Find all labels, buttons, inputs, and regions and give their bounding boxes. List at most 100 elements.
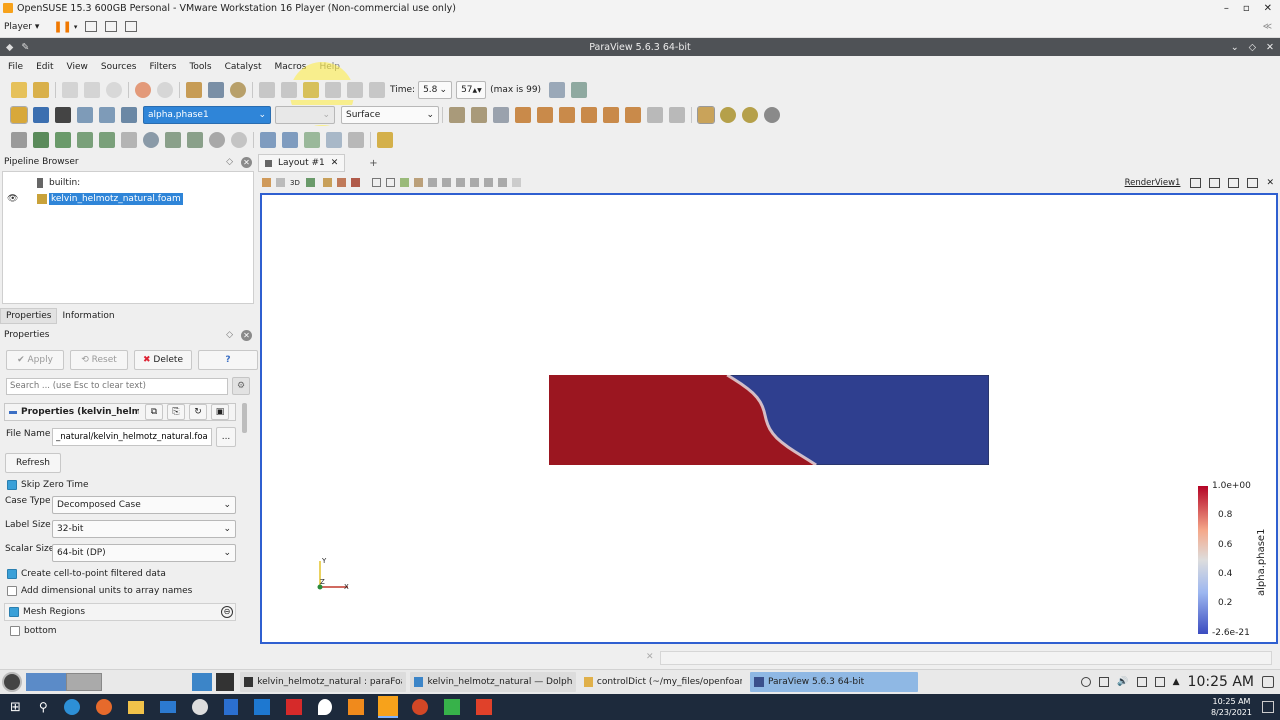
undock-icon[interactable]: ◇ — [226, 330, 233, 340]
palette-icon[interactable] — [230, 82, 246, 98]
python-shell-icon[interactable] — [260, 132, 276, 148]
connect-icon[interactable] — [62, 82, 78, 98]
edge-icon[interactable] — [63, 699, 80, 715]
edit-colormap-icon[interactable] — [33, 107, 49, 123]
select-tool-icon[interactable] — [483, 178, 493, 187]
task-terminal[interactable]: kelvin_helmotz_natural : paraFoa... — [240, 672, 406, 692]
select-tool-icon[interactable] — [455, 178, 465, 187]
kde-clock[interactable]: 10:25 AM — [1188, 674, 1254, 690]
visibility-eye-icon[interactable]: 👁 — [7, 194, 18, 204]
fullscreen-icon[interactable] — [125, 21, 138, 32]
select-tool-icon[interactable] — [511, 178, 521, 187]
paste-properties-icon[interactable]: ⎘ — [167, 404, 185, 420]
maximize-icon[interactable]: ▫ — [1243, 3, 1250, 14]
view-tool-icon[interactable] — [262, 178, 271, 187]
redo-icon[interactable] — [157, 82, 173, 98]
rescale-custom-icon[interactable] — [77, 107, 93, 123]
copy-properties-icon[interactable]: ⧉ — [145, 404, 163, 420]
representation-select[interactable]: Surface ⌄ — [341, 106, 439, 124]
open-state-icon[interactable] — [33, 82, 49, 98]
split-vertical-icon[interactable] — [1209, 177, 1221, 188]
reset-session-icon[interactable] — [106, 82, 122, 98]
zoom-to-box-icon[interactable] — [493, 107, 509, 123]
select-tool-icon[interactable] — [399, 178, 409, 187]
spreadsheet-icon[interactable] — [326, 132, 342, 148]
mesh-regions-toggle-icon[interactable]: ⊖ — [221, 606, 233, 618]
refresh-button[interactable]: Refresh — [5, 453, 61, 473]
task-paraview[interactable]: ParaView 5.6.3 64-bit — [750, 672, 918, 692]
menu-tools[interactable]: Tools — [189, 62, 211, 72]
view-minus-y-icon[interactable] — [581, 107, 597, 123]
contour-icon[interactable] — [33, 132, 49, 148]
reset-center-icon[interactable] — [742, 107, 758, 123]
task-dolphin[interactable]: kelvin_helmotz_natural — Dolphin — [410, 672, 576, 692]
select-tool-icon[interactable] — [413, 178, 423, 187]
close-tab-icon[interactable]: ✕ — [331, 158, 339, 168]
open-icon[interactable] — [11, 82, 27, 98]
select-tool-icon[interactable] — [427, 178, 437, 187]
last-frame-icon[interactable] — [347, 82, 363, 98]
loop-icon[interactable] — [369, 82, 385, 98]
threshold-icon[interactable] — [99, 132, 115, 148]
close-panel-icon[interactable]: ✕ — [241, 329, 252, 341]
pager-desktop-1[interactable] — [26, 673, 66, 691]
tray-icon[interactable] — [1154, 677, 1165, 687]
menu-sources[interactable]: Sources — [101, 62, 137, 72]
rescale-temporal-icon[interactable] — [121, 107, 137, 123]
pv-collapse-icon[interactable]: ⌄ — [1231, 42, 1239, 53]
pause-icon[interactable]: ❚❚ — [53, 20, 71, 33]
view-tool-icon[interactable] — [305, 178, 315, 187]
mesh-regions-checkbox[interactable] — [9, 607, 19, 617]
tray-icon[interactable] — [1081, 677, 1092, 687]
color-by-select[interactable]: alpha.phase1 ⌄ — [143, 106, 271, 124]
minimize-icon[interactable]: – — [1224, 3, 1229, 14]
next-frame-icon[interactable] — [325, 82, 341, 98]
timestep-spinbox[interactable]: 57 ▲▼ — [456, 81, 487, 99]
pager-desktop-2[interactable] — [66, 673, 102, 691]
cell-to-point-checkbox[interactable] — [7, 569, 17, 579]
player-menu[interactable]: Player ▾ — [4, 22, 39, 32]
file-name-field[interactable] — [52, 428, 212, 446]
close-icon[interactable]: ✕ — [1264, 3, 1272, 14]
extract-subset-icon[interactable] — [121, 132, 137, 148]
send-ctrl-alt-del-icon[interactable] — [85, 21, 98, 32]
split-horizontal-icon[interactable] — [1190, 177, 1202, 188]
delete-button[interactable]: ✖ Delete — [134, 350, 192, 370]
save-data-icon[interactable] — [208, 82, 224, 98]
zoom-to-data-icon[interactable] — [471, 107, 487, 123]
camera-undo-icon[interactable] — [571, 82, 588, 98]
vmware-taskbar-icon[interactable] — [377, 696, 398, 718]
reset-camera-icon[interactable] — [449, 107, 465, 123]
app-icon[interactable] — [253, 699, 270, 715]
skip-zero-time-checkbox[interactable] — [7, 480, 17, 490]
tab-properties[interactable]: Properties — [0, 308, 58, 324]
view-tool-icon[interactable] — [322, 178, 332, 187]
app-icon[interactable] — [285, 699, 302, 715]
pipeline-item-source[interactable]: kelvin_helmotz_natural.foam — [37, 193, 183, 205]
powerpoint-icon[interactable] — [411, 699, 428, 715]
view-tool-icon[interactable] — [276, 178, 285, 187]
pv-restore-icon[interactable]: ◇ — [1249, 42, 1256, 53]
select-tool-icon[interactable] — [441, 178, 451, 187]
view-tool-icon[interactable] — [336, 178, 346, 187]
konsole-launcher-icon[interactable] — [216, 673, 234, 691]
region-bottom-checkbox[interactable] — [10, 626, 20, 636]
play-icon[interactable] — [303, 82, 319, 98]
close-view-icon[interactable]: ✕ — [1266, 178, 1274, 188]
tray-expand-icon[interactable]: ▲ — [1173, 677, 1180, 687]
select-tool-icon[interactable] — [385, 178, 395, 187]
undo-icon[interactable] — [135, 82, 151, 98]
menu-file[interactable]: File — [8, 62, 23, 72]
pipeline-item-builtin[interactable]: builtin: — [37, 178, 80, 188]
view-plus-z-icon[interactable] — [603, 107, 619, 123]
windows-clock[interactable]: 10:25 AM 8/23/2021 — [1211, 696, 1252, 718]
tab-information[interactable]: Information — [57, 309, 119, 323]
render-view-name[interactable]: RenderView1 — [1125, 178, 1181, 188]
app-icon[interactable] — [443, 699, 460, 715]
reset-button[interactable]: ⟲ Reset — [70, 350, 128, 370]
component-select[interactable]: ⌄ — [275, 106, 335, 124]
firefox-icon[interactable] — [95, 699, 112, 715]
tray-icon[interactable] — [1099, 677, 1110, 687]
app-icon[interactable] — [347, 699, 364, 715]
first-frame-icon[interactable] — [259, 82, 275, 98]
